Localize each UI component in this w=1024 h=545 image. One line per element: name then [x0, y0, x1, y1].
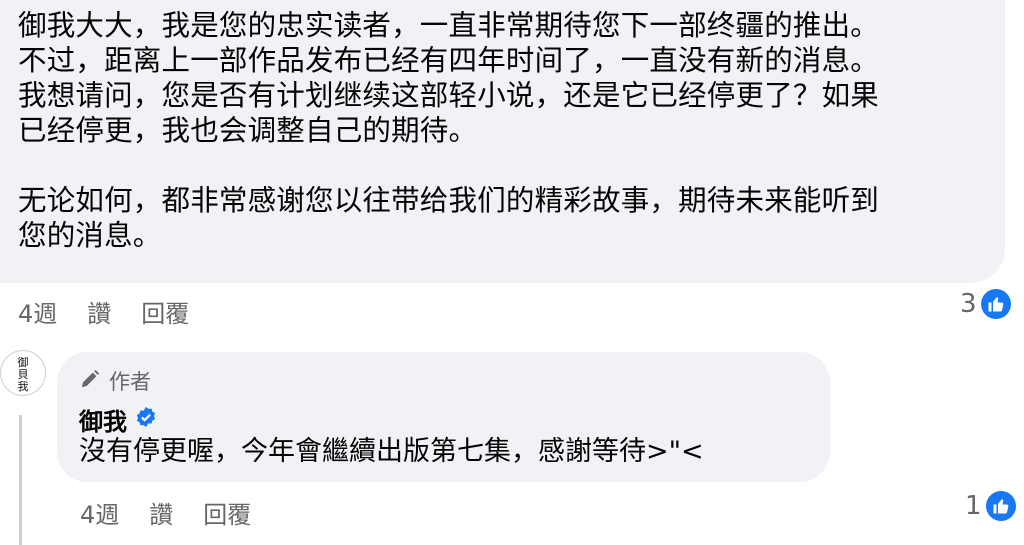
comment-line: 不过，距离上一部作品发布已经有四年时间了，一直没有新的消息。 — [18, 44, 880, 77]
like-icon — [980, 289, 1011, 319]
reply-time[interactable]: 4週 — [80, 495, 119, 530]
comment-reply-button[interactable]: 回覆 — [141, 294, 189, 329]
svg-text:我: 我 — [18, 380, 29, 393]
author-tag-label: 作者 — [109, 370, 151, 394]
author-name[interactable]: 御我 — [79, 402, 127, 437]
reaction-count: 1 — [965, 491, 982, 521]
comment-line: 我想请问，您是否有计划继续这部轻小说，还是它已经停更了？如果 — [18, 79, 880, 112]
reply-bubble: 作者 御我 沒有停更喔，今年會繼續出版第七集，感謝等待>"< — [57, 352, 830, 482]
like-icon — [985, 491, 1016, 521]
author-avatar[interactable]: 御 貝 我 — [0, 350, 46, 396]
reply-like-button[interactable]: 讚 — [149, 495, 173, 530]
reaction-count: 3 — [960, 289, 977, 319]
reply-text: 沒有停更喔，今年會繼續出版第七集，感謝等待>"< — [79, 436, 704, 467]
comment-line: 您的消息。 — [18, 219, 162, 252]
thread-line — [19, 415, 22, 545]
reply-reactions[interactable]: 1 — [965, 491, 1016, 521]
pencil-icon — [79, 368, 101, 395]
verified-icon — [135, 406, 157, 434]
comment-line: 无论如何，都非常感谢您以往带给我们的精彩故事，期待未来能听到 — [18, 184, 880, 217]
comment-like-button[interactable]: 讚 — [87, 294, 111, 329]
comment-time[interactable]: 4週 — [18, 294, 57, 329]
comment-line: 御我大大，我是您的忠实读者，一直非常期待您下一部终疆的推出。 — [18, 9, 880, 42]
comment-line: 已经停更，我也会调整自己的期待。 — [18, 114, 478, 147]
svg-text:御: 御 — [18, 355, 29, 369]
comment-reactions[interactable]: 3 — [960, 289, 1011, 319]
comment-body: 御我大大，我是您的忠实读者，一直非常期待您下一部终疆的推出。 不过，距离上一部作… — [18, 8, 879, 253]
reply-reply-button[interactable]: 回覆 — [203, 495, 251, 530]
author-badge: 作者 — [79, 366, 151, 396]
comment-actions: 4週 讚 回覆 — [18, 294, 189, 329]
comment-bubble: 御我大大，我是您的忠实读者，一直非常期待您下一部终疆的推出。 不过，距离上一部作… — [0, 0, 1005, 283]
reply-actions: 4週 讚 回覆 — [80, 495, 251, 530]
author-name-row: 御我 — [79, 402, 157, 437]
